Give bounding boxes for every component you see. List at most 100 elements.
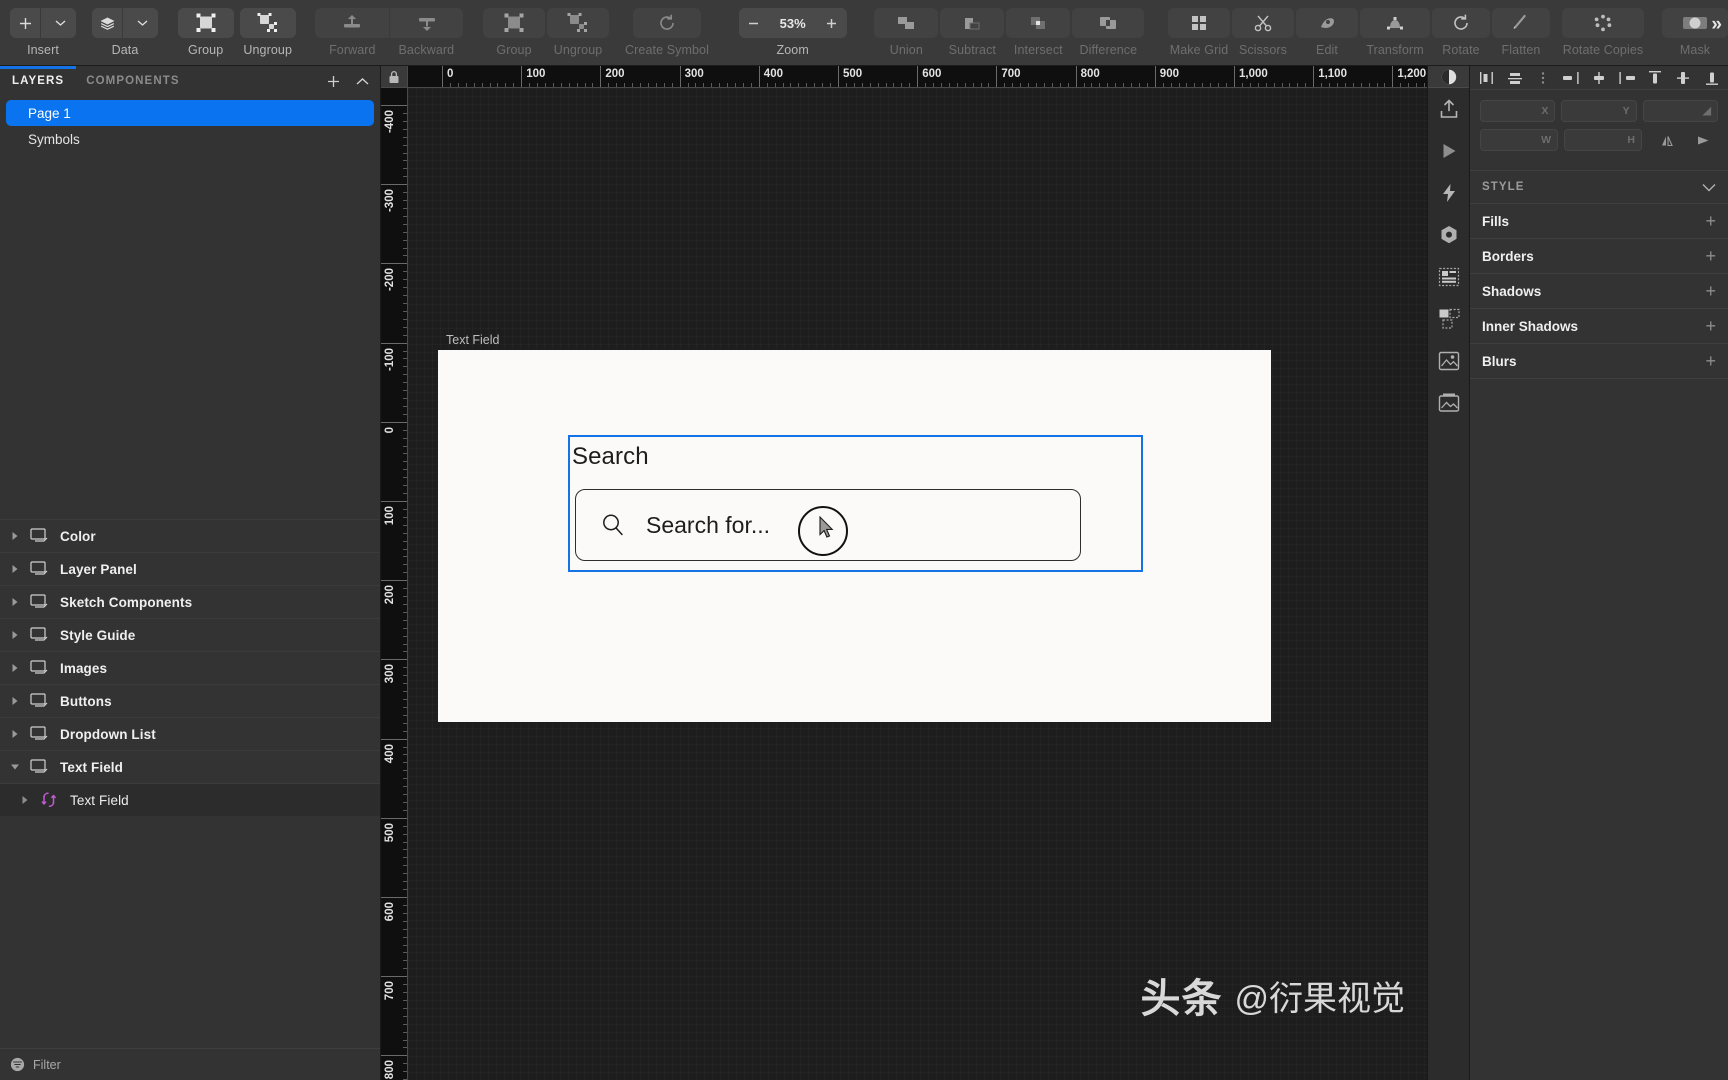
ruler-tick-vertical: -300 bbox=[381, 184, 407, 212]
toolbar-data[interactable]: Data bbox=[92, 0, 158, 57]
artboard-label[interactable]: Text Field bbox=[446, 333, 500, 347]
page-item-page-1[interactable]: Page 1 bbox=[6, 100, 374, 126]
toolbar-create-symbol: Create Symbol bbox=[625, 0, 709, 57]
tab-components[interactable]: COMPONENTS bbox=[86, 75, 179, 87]
more-options-dots-icon[interactable] bbox=[1532, 68, 1553, 88]
insert-button[interactable] bbox=[10, 8, 76, 38]
design-canvas[interactable]: Text Field Search Search for... 头条 @衍果视觉 bbox=[408, 88, 1427, 1080]
align-horizontal-center-icon[interactable] bbox=[1589, 68, 1610, 88]
layer-row-sketch-components[interactable]: Sketch Components bbox=[0, 585, 380, 618]
zoom-control[interactable]: 53% bbox=[738, 8, 847, 38]
add-border-button[interactable]: + bbox=[1705, 247, 1716, 265]
layers-stack-icon[interactable] bbox=[92, 8, 123, 38]
group-icon bbox=[504, 13, 524, 32]
style-row-shadows[interactable]: Shadows + bbox=[1470, 273, 1728, 308]
group-button[interactable] bbox=[177, 8, 234, 38]
layer-row-layer-panel[interactable]: Layer Panel bbox=[0, 552, 380, 585]
search-title-label[interactable]: Search bbox=[572, 443, 649, 471]
align-vertical-top-icon[interactable] bbox=[1645, 68, 1666, 88]
style-row-blurs[interactable]: Blurs + bbox=[1470, 343, 1728, 378]
chevron-right-icon[interactable] bbox=[8, 597, 22, 607]
rail-image-export-button[interactable] bbox=[1428, 382, 1470, 424]
rail-preview-button[interactable] bbox=[1428, 130, 1470, 172]
align-horizontal-left-icon[interactable] bbox=[1560, 68, 1581, 88]
vertical-ruler[interactable]: -400 -300 -200 -100 0 100 200 300 400 500 600 700 80… bbox=[381, 88, 408, 1080]
page-item-symbols[interactable]: Symbols bbox=[6, 126, 374, 152]
ruler-minor-tick bbox=[1352, 83, 1354, 87]
zoom-level-value[interactable]: 53% bbox=[769, 16, 817, 31]
ruler-tick-label: -100 bbox=[384, 347, 396, 371]
ruler-minor-tick bbox=[1083, 83, 1085, 87]
add-shadow-button[interactable]: + bbox=[1705, 282, 1716, 300]
layer-row-style-guide[interactable]: Style Guide bbox=[0, 618, 380, 651]
layer-row-dropdown-list[interactable]: Dropdown List bbox=[0, 717, 380, 750]
rail-prototype-button[interactable] bbox=[1428, 172, 1470, 214]
toolbar-overflow-button[interactable]: » bbox=[1711, 14, 1722, 36]
chevron-down-icon[interactable] bbox=[1702, 183, 1716, 192]
tab-layers[interactable]: LAYERS bbox=[0, 66, 77, 87]
align-horizontal-right-icon[interactable] bbox=[1617, 68, 1638, 88]
horizontal-ruler[interactable]: 0 100 200 300 400 500 600 700 800 900 1,000 1,100 1,… bbox=[381, 66, 1427, 88]
style-row-fills[interactable]: Fills + bbox=[1470, 203, 1728, 238]
chevron-down-icon[interactable] bbox=[45, 8, 76, 38]
align-vertical-middle-icon[interactable] bbox=[1673, 68, 1694, 88]
chevron-right-icon[interactable] bbox=[8, 531, 22, 541]
rail-export-button[interactable] bbox=[1428, 88, 1470, 130]
align-vertical-bottom-icon[interactable] bbox=[1701, 68, 1722, 88]
zoom-out-button[interactable] bbox=[739, 8, 769, 38]
y-field[interactable]: Y bbox=[1561, 100, 1637, 122]
rail-swap-state-button[interactable] bbox=[1428, 298, 1470, 340]
chevron-right-icon[interactable] bbox=[18, 795, 32, 805]
ruler-tick-horizontal: 1,100 bbox=[1313, 66, 1347, 87]
flip-horizontal-icon[interactable] bbox=[1652, 129, 1682, 151]
layer-row-text-field-group[interactable]: Text Field bbox=[0, 750, 380, 783]
zoom-in-button[interactable] bbox=[817, 8, 847, 38]
ruler-minor-tick bbox=[403, 239, 407, 241]
chevron-right-icon[interactable] bbox=[8, 564, 22, 574]
data-button[interactable] bbox=[92, 8, 158, 38]
layer-row-buttons[interactable]: Buttons bbox=[0, 684, 380, 717]
w-field[interactable]: W bbox=[1480, 129, 1558, 151]
ungroup-button[interactable] bbox=[239, 8, 296, 38]
rail-image-edit-button[interactable] bbox=[1428, 340, 1470, 382]
layer-row-images[interactable]: Images bbox=[0, 651, 380, 684]
style-row-inner-shadows[interactable]: Inner Shadows + bbox=[1470, 308, 1728, 343]
rail-contrast-button[interactable] bbox=[1428, 66, 1469, 88]
align-left-icon[interactable] bbox=[1476, 68, 1497, 88]
add-blur-button[interactable]: + bbox=[1705, 352, 1716, 370]
add-page-button[interactable] bbox=[326, 74, 341, 89]
flip-vertical-icon[interactable] bbox=[1688, 129, 1718, 151]
ruler-minor-tick bbox=[513, 83, 515, 87]
radius-field[interactable]: ◢ bbox=[1642, 100, 1718, 122]
h-field[interactable]: H bbox=[1564, 129, 1642, 151]
x-field[interactable]: X bbox=[1480, 100, 1556, 122]
plus-icon[interactable] bbox=[10, 8, 41, 38]
search-component-selection[interactable]: Search Search for... bbox=[568, 435, 1143, 572]
chevron-down-icon[interactable] bbox=[8, 763, 22, 771]
ruler-minor-tick bbox=[403, 453, 407, 455]
ruler-minor-tick bbox=[403, 572, 407, 574]
ruler-lock-button[interactable] bbox=[381, 66, 408, 87]
chevron-right-icon[interactable] bbox=[8, 696, 22, 706]
add-fill-button[interactable]: + bbox=[1705, 212, 1716, 230]
layer-filter-bar[interactable]: Filter bbox=[0, 1048, 380, 1080]
chevron-right-icon[interactable] bbox=[8, 729, 22, 739]
toolbar-zoom[interactable]: 53% Zoom bbox=[738, 0, 847, 57]
ruler-tick-vertical: 800 bbox=[381, 1055, 407, 1080]
toolbar-ungroup[interactable]: Ungroup bbox=[239, 0, 296, 57]
rail-layout-button[interactable] bbox=[1428, 256, 1470, 298]
rail-component-button[interactable] bbox=[1428, 214, 1470, 256]
toolbar-insert[interactable]: Insert bbox=[10, 0, 76, 57]
chevron-down-icon[interactable] bbox=[127, 8, 158, 38]
chevron-right-icon[interactable] bbox=[8, 663, 22, 673]
collapse-panel-button[interactable] bbox=[355, 76, 370, 87]
toolbar-group[interactable]: Group bbox=[177, 0, 234, 57]
layer-row-color[interactable]: Color bbox=[0, 519, 380, 552]
style-row-borders[interactable]: Borders + bbox=[1470, 238, 1728, 273]
distribute-horizontal-icon[interactable] bbox=[1504, 68, 1525, 88]
style-section-header[interactable]: STYLE bbox=[1470, 170, 1728, 203]
layer-row-text-field-symbol[interactable]: Text Field bbox=[0, 783, 380, 816]
add-inner-shadow-button[interactable]: + bbox=[1705, 317, 1716, 335]
ruler-minor-tick bbox=[403, 374, 407, 376]
chevron-right-icon[interactable] bbox=[8, 630, 22, 640]
